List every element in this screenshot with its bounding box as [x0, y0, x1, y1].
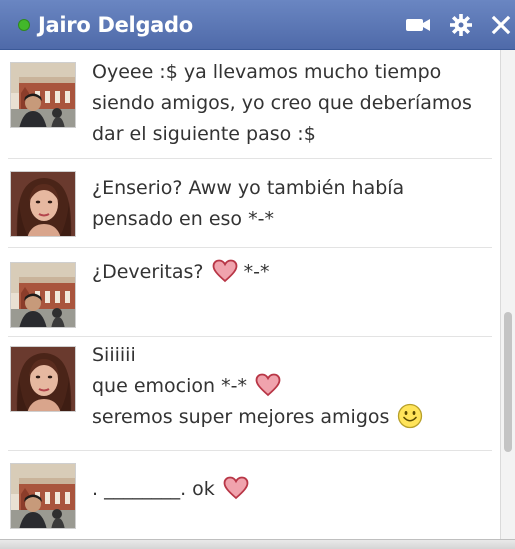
- message-item: ¿Enserio? Aww yo también había pensado e…: [0, 159, 490, 247]
- close-icon[interactable]: [488, 12, 514, 38]
- female-avatar[interactable]: [10, 346, 76, 412]
- chat-window: Jairo Delgado Oyeee:$ ya llevamos mucho…: [0, 0, 515, 549]
- video-camera-icon[interactable]: [404, 12, 432, 38]
- heart-icon: [255, 373, 281, 397]
- message-item: Oyeee :$ ya llevamos mucho tiempo siendo…: [0, 50, 490, 158]
- heart-icon: [212, 259, 238, 283]
- scrollbar[interactable]: [500, 50, 515, 549]
- message-item: Siiiiii que emocion *-* seremos super me…: [0, 337, 490, 450]
- female-avatar[interactable]: [10, 171, 76, 237]
- message-text: Oyeee :$ ya llevamos mucho tiempo siendo…: [92, 61, 472, 145]
- chat-header[interactable]: Jairo Delgado: [0, 0, 515, 50]
- message-list[interactable]: Oyeee :$ ya llevamos mucho tiempo siendo…: [0, 50, 500, 549]
- message-text: ¿Enserio? Aww yo también había pensado e…: [92, 177, 405, 230]
- male-avatar[interactable]: [10, 62, 76, 128]
- male-avatar[interactable]: [10, 262, 76, 328]
- chat-input-border[interactable]: [0, 539, 515, 549]
- message-text: Siiiiii que emocion *-* seremos super me…: [92, 340, 490, 433]
- message-item: . ________. ok: [0, 451, 490, 539]
- message-item: ¿Deveritas? *-*: [0, 248, 490, 336]
- heart-icon: [223, 476, 249, 500]
- message-text: ¿Deveritas? *-*: [92, 259, 270, 283]
- gear-icon[interactable]: [448, 12, 474, 38]
- smiley-icon: [397, 403, 423, 429]
- online-status-icon: [18, 19, 30, 31]
- contact-name[interactable]: Jairo Delgado: [38, 12, 193, 38]
- scrollbar-thumb[interactable]: [504, 312, 512, 452]
- male-avatar[interactable]: [10, 463, 76, 529]
- message-text: . ________. ok: [92, 474, 490, 505]
